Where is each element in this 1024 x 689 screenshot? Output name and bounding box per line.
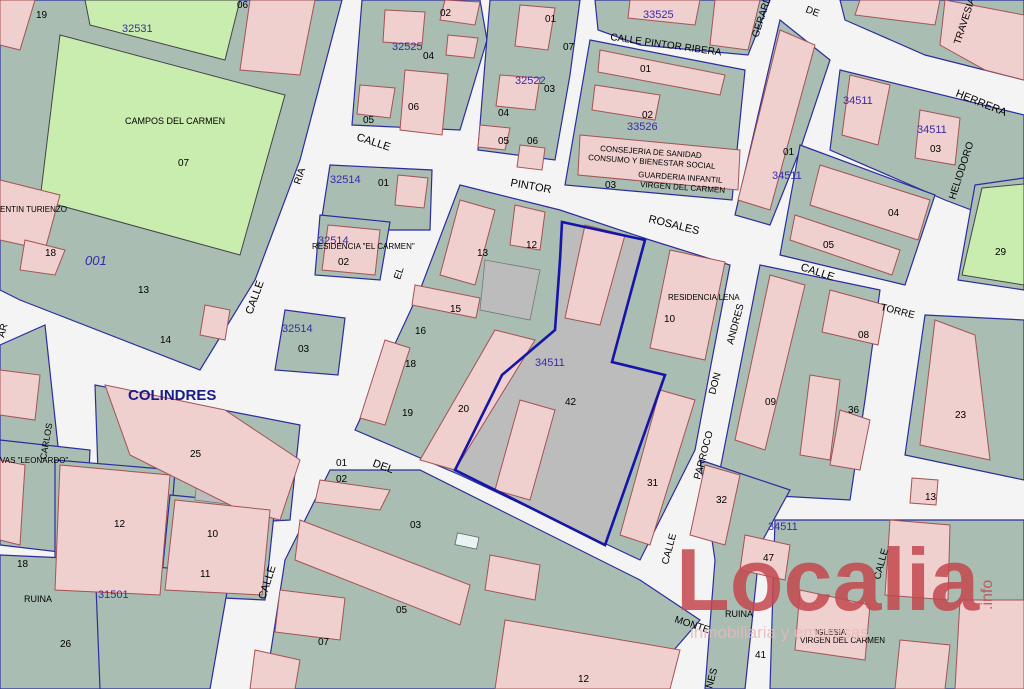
- label-n13-a: 13: [138, 285, 150, 296]
- watermark-info: .info: [979, 580, 996, 610]
- label-campos: CAMPOS DEL CARMEN: [125, 116, 225, 126]
- label-n05-a: 05: [363, 115, 375, 126]
- label-block-32514-a: 32514: [330, 174, 361, 186]
- label-n32: 32: [716, 495, 728, 506]
- label-n08: 08: [858, 330, 870, 341]
- bldg-05-a: [356, 84, 396, 119]
- label-n02-a: 02: [440, 8, 452, 19]
- label-n01-e: 01: [336, 458, 348, 469]
- label-block-32514-c: 32514: [282, 323, 313, 335]
- label-block-33525: 33525: [643, 9, 674, 21]
- label-ruina-a: RUINA: [24, 594, 52, 604]
- label-n05-c: 05: [823, 240, 835, 251]
- lot-upper-mid: [479, 259, 541, 321]
- label-top-06: 06: [237, 0, 249, 11]
- label-n04-b: 04: [498, 108, 510, 119]
- label-n26: 26: [60, 639, 72, 650]
- label-block-32531: 32531: [122, 23, 153, 35]
- bldg-32525-a: [382, 9, 426, 46]
- label-n12-a: 12: [526, 240, 538, 251]
- label-n02-c: 02: [338, 257, 350, 268]
- watermark: Localia .info inmobiliaria y empresas: [676, 530, 996, 642]
- bldg-06-b: [516, 144, 546, 171]
- label-n10-b: 10: [207, 529, 219, 540]
- label-campos-07: 07: [178, 158, 190, 169]
- label-n12-c: 12: [578, 674, 590, 685]
- block-32514-c: [274, 309, 346, 376]
- bldg-10-11: [164, 499, 271, 596]
- label-block-31501: 31501: [98, 589, 129, 601]
- label-res-carmen: RESIDENCIA "EL CARMEN": [312, 242, 415, 251]
- label-n03-e: 03: [410, 520, 422, 531]
- label-n14: 14: [160, 335, 172, 346]
- label-n23: 23: [955, 410, 967, 421]
- label-n20: 20: [458, 404, 470, 415]
- label-block-34511-d: 34511: [535, 357, 565, 369]
- label-leonardo: VAS "LEONARDO": [0, 456, 68, 465]
- label-n02-d: 02: [336, 474, 348, 485]
- cadastral-map[interactable]: 19 06 32531 CAMPOS DEL CARMEN 07 32525 0…: [0, 0, 1024, 689]
- label-n11: 11: [200, 569, 211, 580]
- label-n18-b: 18: [405, 359, 417, 370]
- label-n01-c: 01: [783, 147, 795, 158]
- label-n03-b: 03: [605, 180, 617, 191]
- bldg-14: [199, 304, 231, 341]
- label-block-33526: 33526: [627, 121, 658, 133]
- label-n01-b: 01: [640, 64, 652, 75]
- label-n12-b: 12: [114, 519, 126, 530]
- label-n19: 19: [402, 408, 414, 419]
- label-block-32525: 32525: [392, 41, 423, 53]
- label-n05-d: 05: [396, 605, 408, 616]
- label-n41: 41: [755, 650, 767, 661]
- label-block-34511-b: 34511: [917, 124, 947, 136]
- bldg-34511-b: [914, 109, 961, 166]
- label-ventura: ENTIN TURIENZO: [0, 205, 67, 214]
- label-n15: 15: [450, 304, 462, 315]
- bldg-32525-c: [445, 34, 479, 59]
- bldg-12-b: [54, 464, 171, 596]
- label-n05-b: 05: [498, 136, 510, 147]
- label-n29: 29: [995, 247, 1007, 258]
- label-n01-a: 01: [545, 14, 557, 25]
- label-n06-b: 06: [527, 136, 539, 147]
- label-n10-a: 10: [664, 314, 676, 325]
- label-n02-b: 02: [642, 110, 654, 121]
- bldg-left-low: [0, 459, 26, 546]
- bldg-32522-a: [514, 4, 556, 51]
- label-n07-a: 07: [563, 42, 575, 53]
- label-n18-a: 18: [45, 248, 57, 259]
- bldg-01-d: [394, 174, 429, 209]
- label-n16: 16: [415, 326, 427, 337]
- label-block-001: 001: [85, 253, 107, 268]
- label-block-32522: 32522: [515, 75, 546, 87]
- label-n36: 36: [848, 405, 860, 416]
- label-n03-c: 03: [930, 144, 942, 155]
- label-n18-c: 18: [17, 559, 29, 570]
- label-n42: 42: [565, 397, 577, 408]
- label-n07-b: 07: [318, 637, 330, 648]
- label-n06-a: 06: [408, 102, 420, 113]
- bldg-07-b: [274, 589, 346, 641]
- label-n13-b: 13: [477, 248, 489, 259]
- label-n04-a: 04: [423, 51, 435, 62]
- label-block-34511-c: 34511: [772, 170, 802, 182]
- label-colindres: COLINDRES: [128, 387, 216, 404]
- watermark-tagline: inmobiliaria y empresas: [690, 623, 869, 642]
- watermark-logo: Localia: [676, 530, 980, 629]
- label-block-34511-a: 34511: [843, 95, 873, 107]
- label-n13-c: 13: [925, 492, 937, 503]
- label-res-lena: RESIDENCIA LENA: [668, 293, 740, 302]
- label-n31: 31: [647, 478, 659, 489]
- label-n09: 09: [765, 397, 777, 408]
- label-top-19: 19: [36, 10, 48, 21]
- label-n03-d: 03: [298, 344, 310, 355]
- label-n04-c: 04: [888, 208, 900, 219]
- label-n01-d: 01: [378, 178, 390, 189]
- bldg-se-c: [894, 639, 951, 689]
- label-n03-a: 03: [544, 84, 556, 95]
- bldg-left-13: [0, 369, 41, 421]
- label-n25: 25: [190, 449, 202, 460]
